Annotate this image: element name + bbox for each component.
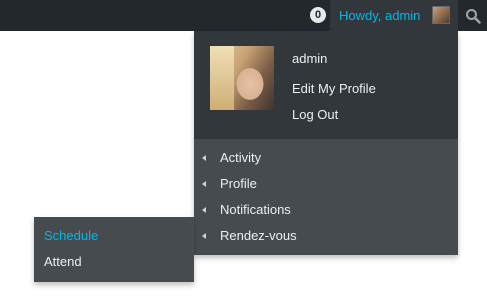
- menu-item-notifications[interactable]: Notifications: [194, 197, 458, 223]
- menu-item-label: Profile: [220, 176, 257, 191]
- submenu-arrow-icon: [202, 233, 206, 239]
- avatar[interactable]: [210, 46, 274, 110]
- submenu-arrow-icon: [202, 207, 206, 213]
- admin-bar: 0 Howdy, admin: [0, 0, 487, 31]
- menu-item-activity[interactable]: Activity: [194, 145, 458, 171]
- avatar-thumbnail: [432, 6, 450, 24]
- menu-item-rendez-vous[interactable]: Rendez-vous: [194, 223, 458, 249]
- user-info-panel: admin Edit My Profile Log Out: [194, 31, 458, 139]
- submenu-arrow-icon: [202, 155, 206, 161]
- account-greeting[interactable]: Howdy, admin: [339, 8, 420, 23]
- edit-profile-link[interactable]: Edit My Profile: [292, 81, 376, 96]
- display-name-link[interactable]: admin: [292, 51, 327, 66]
- avatar-hair: [210, 46, 234, 110]
- submenu-item-schedule[interactable]: Schedule: [44, 223, 98, 249]
- rendez-vous-submenu: Schedule Attend: [34, 217, 194, 282]
- notification-count-badge[interactable]: 0: [310, 7, 326, 23]
- menu-item-label: Activity: [220, 150, 262, 165]
- my-account-menu[interactable]: Howdy, admin: [330, 0, 458, 31]
- account-dropdown: admin Edit My Profile Log Out Activity P…: [194, 31, 458, 255]
- page: 0 Howdy, admin admin Edit My Profile Log…: [0, 0, 487, 298]
- menu-item-label: Rendez-vous: [220, 228, 297, 243]
- search-icon: [466, 9, 481, 24]
- menu-item-label: Notifications: [220, 202, 291, 217]
- log-out-link[interactable]: Log Out: [292, 107, 338, 122]
- search-button[interactable]: [459, 0, 487, 31]
- submenu-item-attend[interactable]: Attend: [44, 249, 82, 275]
- submenu-arrow-icon: [202, 181, 206, 187]
- menu-item-profile[interactable]: Profile: [194, 171, 458, 197]
- account-menu-list: Activity Profile Notifications Rendez-vo…: [194, 139, 458, 255]
